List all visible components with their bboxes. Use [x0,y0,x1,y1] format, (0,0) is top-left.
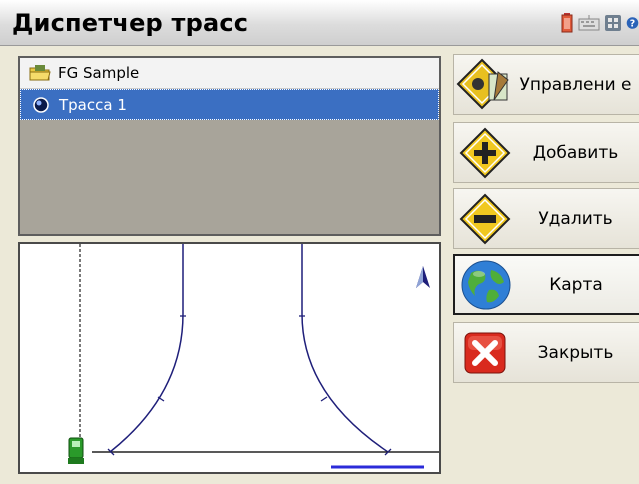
close-button-label: Закрыть [537,342,614,363]
battery-icon[interactable] [560,13,574,33]
title-bar: Диспетчер трасс ? [0,0,639,46]
delete-button[interactable]: Удалить [453,188,639,249]
road-icon [29,95,53,115]
network-icon[interactable] [604,14,622,32]
add-sign-icon [454,124,516,182]
map-button[interactable]: Карта [453,254,639,315]
road-alignment-right [301,244,389,453]
close-button[interactable]: Закрыть [453,322,639,383]
manage-button[interactable]: Управлени е [453,54,639,115]
tree-item-fg-sample[interactable]: FG Sample [20,58,439,89]
manage-button-label: Управлени е [519,74,632,95]
window-title: Диспетчер трасс [12,9,249,37]
total-station-icon [68,437,84,464]
north-arrow-icon [416,266,430,288]
globe-icon [455,256,517,314]
add-button-label: Добавить [532,142,619,163]
road-map-preview[interactable] [18,242,441,474]
road-tree[interactable]: FG Sample Трасса 1 [18,56,441,236]
manage-icon [454,56,516,114]
help-icon[interactable]: ? [626,14,639,32]
tree-item-road-1[interactable]: Трасса 1 [20,89,439,120]
delete-sign-icon [454,190,516,248]
map-button-label: Карта [549,274,603,295]
tree-item-label: FG Sample [58,64,140,82]
add-button[interactable]: Добавить [453,122,639,183]
folder-icon [28,63,52,83]
close-icon [454,324,516,382]
keyboard-icon[interactable] [578,14,600,32]
map-drawing [68,244,439,469]
delete-button-label: Удалить [538,208,613,229]
road-alignment-left [109,244,184,453]
svg-text:?: ? [630,19,635,30]
tree-item-label: Трасса 1 [59,95,127,114]
